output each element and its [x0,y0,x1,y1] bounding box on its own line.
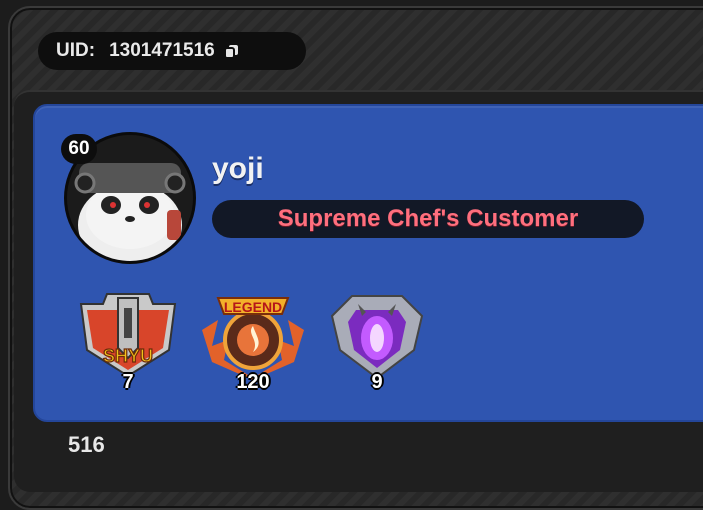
uid-value: 1301471516 [109,40,215,61]
badge-count: 7 [122,371,134,393]
uid-pill: UID: 1301471516 [38,32,306,70]
level-badge: 60 [61,134,97,164]
footer-value: 516 [68,432,105,457]
badge-count: 9 [371,371,383,393]
player-title: Supreme Chef's Customer [212,200,644,238]
copy-icon[interactable] [223,42,241,60]
shoyu-badge-label: SHYU [103,346,153,366]
shoyu-badge[interactable]: SHYU 7 [73,290,183,394]
legend-badge-label: LEGEND [224,299,282,315]
legend-badge[interactable]: LEGEND 120 [198,290,308,394]
badge-count: 120 [236,371,270,393]
uid-label: UID: [56,40,96,61]
username: yoji [212,152,264,185]
purple-shield-badge[interactable]: 9 [322,290,432,394]
